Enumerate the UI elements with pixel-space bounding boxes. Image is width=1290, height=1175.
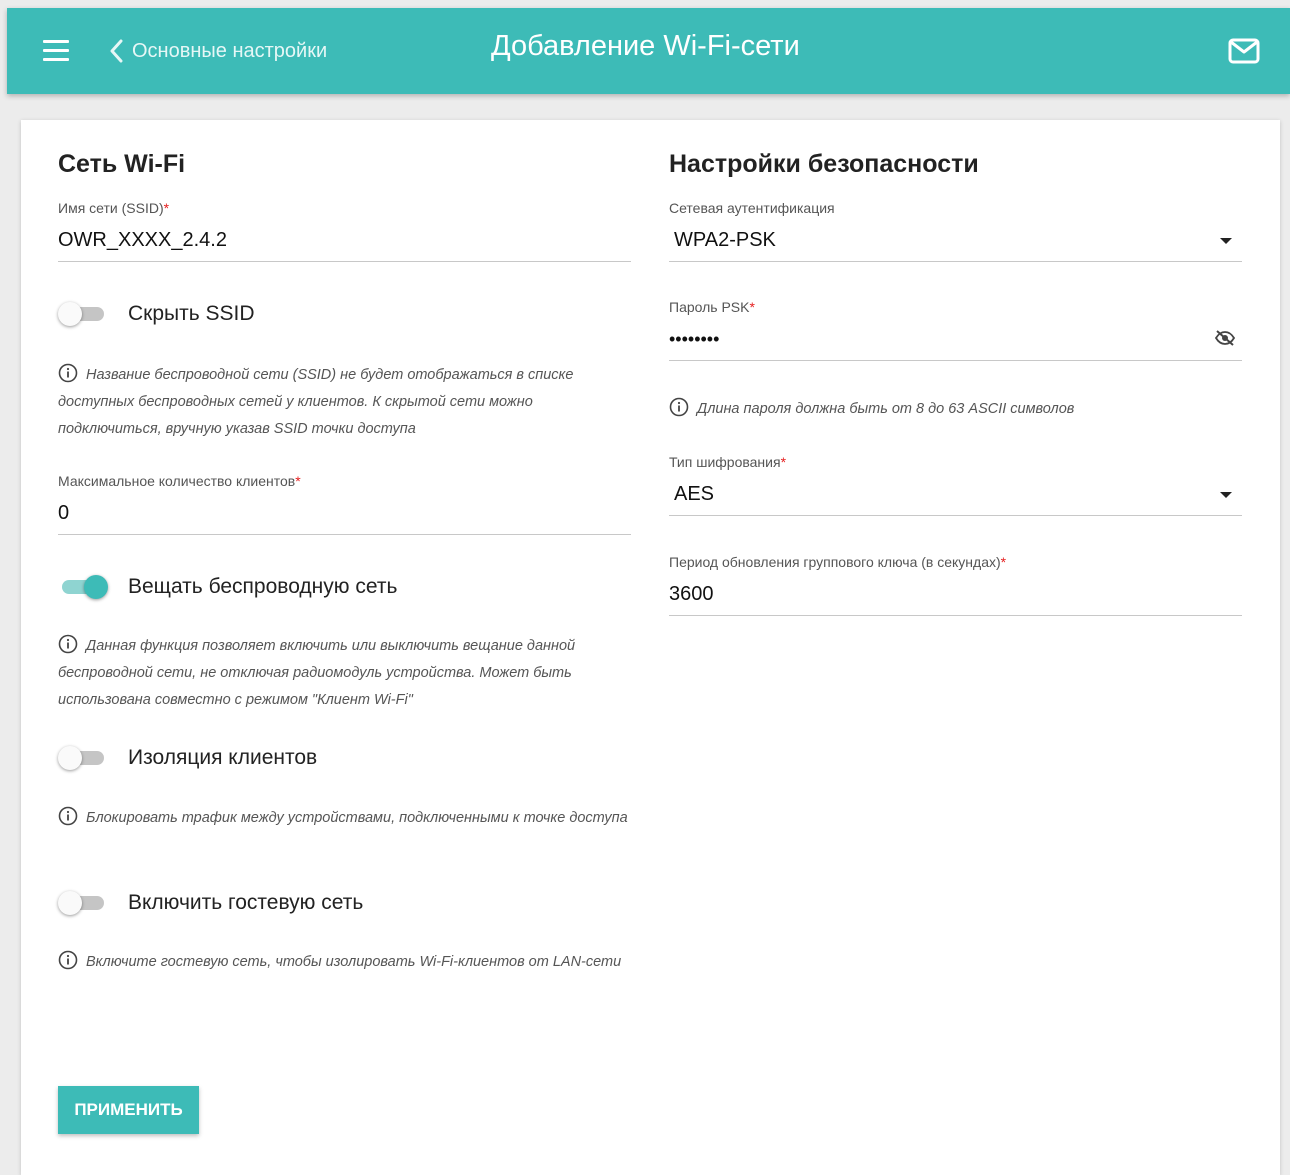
broadcast-toggle-row[interactable]: Вещать беспроводную сеть <box>58 575 397 599</box>
isolation-label: Изоляция клиентов <box>128 746 318 769</box>
info-icon <box>58 950 78 970</box>
isolation-hint: Блокировать трафик между устройствами, п… <box>58 805 631 832</box>
cipher-label: Тип шифрования* <box>669 454 787 470</box>
rekey-field: Период обновления группового ключа (в се… <box>669 554 1242 616</box>
hide-ssid-hint: Название беспроводной сети (SSID) не буд… <box>58 362 631 443</box>
info-icon <box>58 806 78 826</box>
dropdown-arrow-icon <box>1220 492 1232 498</box>
settings-card: Сеть Wi-Fi Имя сети (SSID)* OWR_XXXX_2.4… <box>21 120 1280 1175</box>
eye-off-icon[interactable] <box>1214 329 1236 347</box>
hide-ssid-label: Скрыть SSID <box>128 302 255 325</box>
guest-hint: Включите гостевую сеть, чтобы изолироват… <box>58 949 631 976</box>
guest-switch[interactable] <box>58 891 108 915</box>
page-title: Добавление Wi-Fi-сети <box>491 30 800 62</box>
auth-select[interactable]: WPA2-PSK <box>669 230 1242 262</box>
psk-input[interactable]: •••••••• <box>669 329 1242 361</box>
hide-ssid-switch[interactable] <box>58 302 108 326</box>
max-clients-label: Максимальное количество клиентов* <box>58 473 301 489</box>
guest-toggle-row[interactable]: Включить гостевую сеть <box>58 891 363 915</box>
psk-field: Пароль PSK* •••••••• <box>669 299 1242 361</box>
hide-ssid-toggle-row[interactable]: Скрыть SSID <box>58 302 255 326</box>
auth-label: Сетевая аутентификация <box>669 200 835 216</box>
max-clients-input[interactable]: 0 <box>58 503 631 535</box>
ssid-input[interactable]: OWR_XXXX_2.4.2 <box>58 230 631 262</box>
chevron-left-icon <box>110 39 123 63</box>
cipher-field: Тип шифрования* AES <box>669 454 1242 516</box>
broadcast-hint: Данная функция позволяет включить или вы… <box>58 633 631 714</box>
psk-label: Пароль PSK* <box>669 299 755 315</box>
guest-label: Включить гостевую сеть <box>128 891 364 914</box>
isolation-switch[interactable] <box>58 746 108 770</box>
info-icon <box>58 363 78 383</box>
rekey-input[interactable]: 3600 <box>669 584 1242 616</box>
back-link[interactable]: Основные настройки <box>109 36 327 66</box>
section-title-security: Настройки безопасности <box>669 150 979 178</box>
broadcast-switch[interactable] <box>58 575 108 599</box>
isolation-toggle-row[interactable]: Изоляция клиентов <box>58 746 317 770</box>
max-clients-field: Максимальное количество клиентов* 0 <box>58 473 631 535</box>
section-title-wifi: Сеть Wi-Fi <box>58 150 186 178</box>
apply-button[interactable]: ПРИМЕНИТЬ <box>58 1086 199 1134</box>
ssid-field: Имя сети (SSID)* OWR_XXXX_2.4.2 <box>58 200 631 262</box>
auth-field: Сетевая аутентификация WPA2-PSK <box>669 200 1242 262</box>
top-bar: Основные настройки Добавление Wi-Fi-сети <box>7 8 1290 94</box>
mail-icon[interactable] <box>1228 38 1260 64</box>
info-icon <box>58 634 78 654</box>
psk-hint: Длина пароля должна быть от 8 до 63 ASCI… <box>669 396 1242 423</box>
ssid-label: Имя сети (SSID)* <box>58 200 170 216</box>
rekey-label: Период обновления группового ключа (в се… <box>669 554 1007 570</box>
info-icon <box>669 397 689 417</box>
back-link-label: Основные настройки <box>132 39 328 62</box>
broadcast-label: Вещать беспроводную сеть <box>128 575 398 598</box>
menu-icon[interactable] <box>43 40 69 62</box>
dropdown-arrow-icon <box>1220 238 1232 244</box>
cipher-select[interactable]: AES <box>669 484 1242 516</box>
